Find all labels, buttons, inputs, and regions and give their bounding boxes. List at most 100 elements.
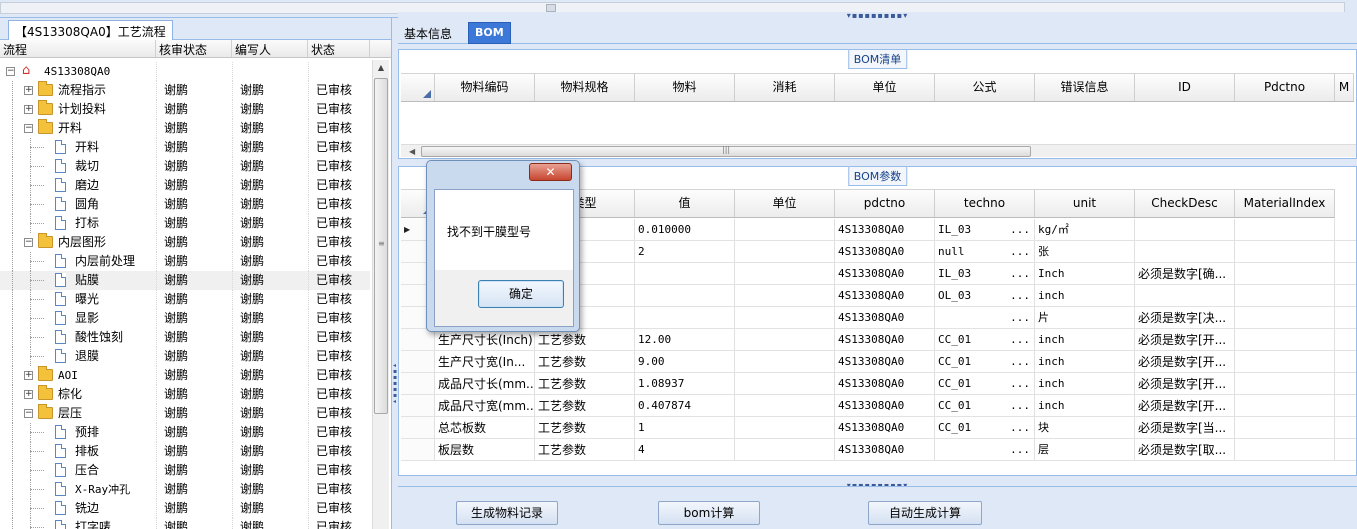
param-unit-cell[interactable]: [735, 373, 835, 394]
tree-node[interactable]: + AOI: [0, 366, 156, 385]
param-name-cell[interactable]: 生产尺寸长(Inch): [435, 329, 535, 350]
tree-row[interactable]: 内层前处理 谢鹏 谢鹏 已审核: [0, 252, 370, 271]
tree-row[interactable]: + AOI 谢鹏 谢鹏 已审核: [0, 366, 370, 385]
tree-node[interactable]: 打标: [0, 214, 156, 233]
tree-node[interactable]: 贴膜: [0, 271, 156, 290]
ellipsis-icon[interactable]: ...: [1010, 241, 1030, 262]
param-unit-cell[interactable]: [735, 417, 835, 438]
tree-row[interactable]: 预排 谢鹏 谢鹏 已审核: [0, 423, 370, 442]
tree-node[interactable]: X-Ray冲孔: [0, 480, 156, 499]
expand-icon[interactable]: +: [24, 390, 33, 399]
tree-node[interactable]: 铣边: [0, 499, 156, 518]
param-type-cell[interactable]: 工艺参数: [535, 373, 635, 394]
tree-node[interactable]: 显影: [0, 309, 156, 328]
ellipsis-icon[interactable]: ...: [1010, 329, 1030, 350]
process-flow-title[interactable]: 【4S13308QA0】工艺流程: [8, 20, 173, 40]
param-value-cell[interactable]: 1: [635, 417, 735, 438]
col-unit[interactable]: 单位: [835, 74, 935, 101]
col-formula[interactable]: 公式: [935, 74, 1035, 101]
ellipsis-icon[interactable]: ...: [1010, 373, 1030, 394]
check-desc-cell[interactable]: 必须是数字[开...: [1135, 395, 1235, 416]
table-row[interactable]: 成品尺寸宽(mm... 工艺参数 0.407874 4S13308QA0 CC_01..…: [401, 395, 1356, 417]
tree-row[interactable]: 压合 谢鹏 谢鹏 已审核: [0, 461, 370, 480]
tree-node[interactable]: 磨边: [0, 176, 156, 195]
pdctno-cell[interactable]: 4S13308QA0: [835, 241, 935, 262]
material-index-cell[interactable]: [1235, 329, 1335, 350]
unit-cell[interactable]: kg/㎡: [1035, 219, 1135, 240]
col-unit[interactable]: 单位: [735, 190, 835, 217]
material-index-cell[interactable]: [1235, 373, 1335, 394]
param-unit-cell[interactable]: [735, 241, 835, 262]
param-name-cell[interactable]: 总芯板数: [435, 417, 535, 438]
tree-row[interactable]: + 计划投料 谢鹏 谢鹏 已审核: [0, 100, 370, 119]
param-value-cell[interactable]: 4: [635, 439, 735, 460]
unit-cell[interactable]: 块: [1035, 417, 1135, 438]
pdctno-cell[interactable]: 4S13308QA0: [835, 307, 935, 328]
tree-row[interactable]: + 流程指示 谢鹏 谢鹏 已审核: [0, 81, 370, 100]
material-index-cell[interactable]: [1235, 219, 1335, 240]
bom-calc-button[interactable]: bom计算: [658, 501, 760, 525]
tree-node[interactable]: 内层前处理: [0, 252, 156, 271]
tree-row[interactable]: 打标 谢鹏 谢鹏 已审核: [0, 214, 370, 233]
bom-list-hscroll[interactable]: ◀ |||: [401, 144, 1356, 157]
tree-node[interactable]: 预排: [0, 423, 156, 442]
param-value-cell[interactable]: 9.00: [635, 351, 735, 372]
generate-material-record-button[interactable]: 生成物料记录: [456, 501, 558, 525]
col-consumption[interactable]: 消耗: [735, 74, 835, 101]
tree-row[interactable]: − 层压 谢鹏 谢鹏 已审核: [0, 404, 370, 423]
top-hscroll-thumb[interactable]: [546, 4, 556, 12]
row-indicator[interactable]: [401, 373, 435, 394]
tab-basic-info[interactable]: 基本信息: [398, 22, 458, 44]
tree-row[interactable]: 排板 谢鹏 谢鹏 已审核: [0, 442, 370, 461]
col-check-desc[interactable]: CheckDesc: [1135, 190, 1235, 217]
tree-node[interactable]: − 内层图形: [0, 233, 156, 252]
techno-cell[interactable]: CC_01...: [935, 395, 1035, 416]
expand-icon[interactable]: +: [24, 105, 33, 114]
param-value-cell[interactable]: 12.00: [635, 329, 735, 350]
check-desc-cell[interactable]: [1135, 219, 1235, 240]
ellipsis-icon[interactable]: ...: [1010, 285, 1030, 306]
tree-node[interactable]: 压合: [0, 461, 156, 480]
tree-row[interactable]: X-Ray冲孔 谢鹏 谢鹏 已审核: [0, 480, 370, 499]
tree-node[interactable]: 开料: [0, 138, 156, 157]
tree-row[interactable]: 酸性蚀刻 谢鹏 谢鹏 已审核: [0, 328, 370, 347]
param-value-cell[interactable]: [635, 285, 735, 306]
unit-cell[interactable]: inch: [1035, 285, 1135, 306]
tree-node[interactable]: − 开料: [0, 119, 156, 138]
row-indicator[interactable]: [401, 439, 435, 460]
param-type-cell[interactable]: 工艺参数: [535, 439, 635, 460]
tree-node[interactable]: 圆角: [0, 195, 156, 214]
ellipsis-icon[interactable]: ...: [1010, 395, 1030, 416]
techno-cell[interactable]: IL_03...: [935, 219, 1035, 240]
param-name-cell[interactable]: 成品尺寸长(mm...: [435, 373, 535, 394]
check-desc-cell[interactable]: 必须是数字[开...: [1135, 329, 1235, 350]
pdctno-cell[interactable]: 4S13308QA0: [835, 439, 935, 460]
techno-cell[interactable]: CC_01...: [935, 351, 1035, 372]
material-index-cell[interactable]: [1235, 417, 1335, 438]
col-material-code[interactable]: 物料编码: [435, 74, 535, 101]
techno-cell[interactable]: OL_03...: [935, 285, 1035, 306]
col-pdctno[interactable]: pdctno: [835, 190, 935, 217]
ok-button[interactable]: 确定: [478, 280, 564, 308]
tree-node[interactable]: 曝光: [0, 290, 156, 309]
unit-cell[interactable]: 层: [1035, 439, 1135, 460]
tree-row[interactable]: 退膜 谢鹏 谢鹏 已审核: [0, 347, 370, 366]
tree-row[interactable]: − 开料 谢鹏 谢鹏 已审核: [0, 119, 370, 138]
col-material-spec[interactable]: 物料规格: [535, 74, 635, 101]
check-desc-cell[interactable]: [1135, 285, 1235, 306]
collapse-icon[interactable]: −: [24, 409, 33, 418]
col-header-writer[interactable]: 编写人: [232, 40, 308, 57]
ellipsis-icon[interactable]: ...: [1010, 351, 1030, 372]
tree-row[interactable]: + 棕化 谢鹏 谢鹏 已审核: [0, 385, 370, 404]
unit-cell[interactable]: inch: [1035, 395, 1135, 416]
check-desc-cell[interactable]: 必须是数字[确...: [1135, 263, 1235, 284]
top-splitter[interactable]: ▾▪▪▪▪▪▪▪▪▾: [398, 12, 1357, 20]
param-value-cell[interactable]: [635, 307, 735, 328]
pdctno-cell[interactable]: 4S13308QA0: [835, 417, 935, 438]
param-unit-cell[interactable]: [735, 395, 835, 416]
param-value-cell[interactable]: 0.407874: [635, 395, 735, 416]
tree-node[interactable]: − 层压: [0, 404, 156, 423]
table-row[interactable]: 板层数 工艺参数 4 4S13308QA0... 层 必须是数字[取...: [401, 439, 1356, 461]
check-desc-cell[interactable]: 必须是数字[取...: [1135, 439, 1235, 460]
material-index-cell[interactable]: [1235, 351, 1335, 372]
